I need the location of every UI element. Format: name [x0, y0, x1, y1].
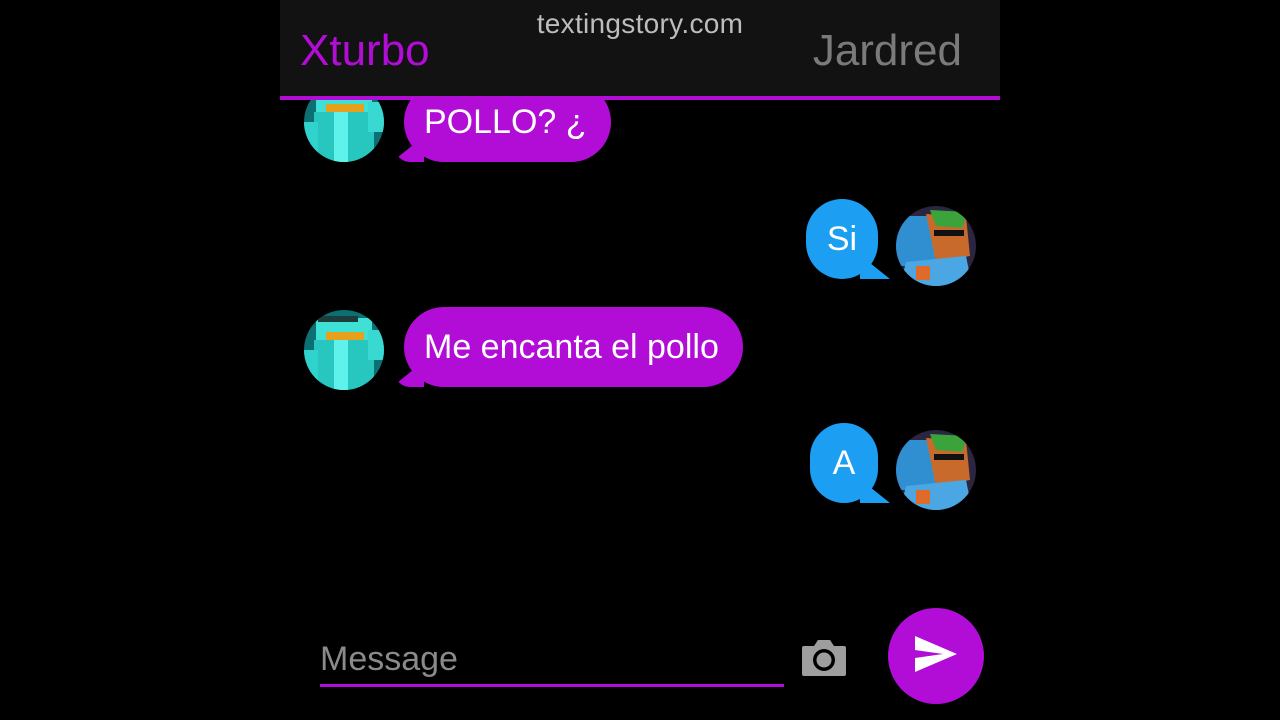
camera-icon[interactable]: [800, 638, 848, 678]
chat-header: textingstory.com Xturbo Jardred: [280, 0, 1000, 100]
avatar-jardred: [896, 430, 976, 510]
message-input[interactable]: [320, 634, 784, 687]
send-icon: [913, 634, 959, 679]
message-row-left: Me encanta el pollo: [304, 304, 743, 390]
message-row-right: Si: [806, 192, 976, 286]
avatar-jardred: [896, 206, 976, 286]
message-text: Me encanta el pollo: [424, 327, 719, 366]
avatar-xturbo: [304, 310, 384, 390]
send-button[interactable]: [888, 608, 984, 704]
chat-screen: textingstory.com Xturbo Jardred POLLO? ¿…: [280, 0, 1000, 720]
message-bubble[interactable]: A: [810, 423, 878, 503]
contact-name-left[interactable]: Xturbo: [300, 26, 430, 76]
message-list[interactable]: POLLO? ¿ Si Me encanta el pollo A: [280, 82, 1000, 600]
message-bubble[interactable]: Me encanta el pollo: [404, 307, 743, 387]
message-composer: [280, 600, 1000, 720]
message-text: A: [832, 443, 856, 482]
message-text: Si: [826, 219, 858, 258]
message-bubble[interactable]: Si: [806, 199, 878, 279]
message-text: POLLO? ¿: [424, 102, 587, 141]
contact-name-right[interactable]: Jardred: [813, 26, 962, 76]
message-row-right: A: [810, 416, 976, 510]
